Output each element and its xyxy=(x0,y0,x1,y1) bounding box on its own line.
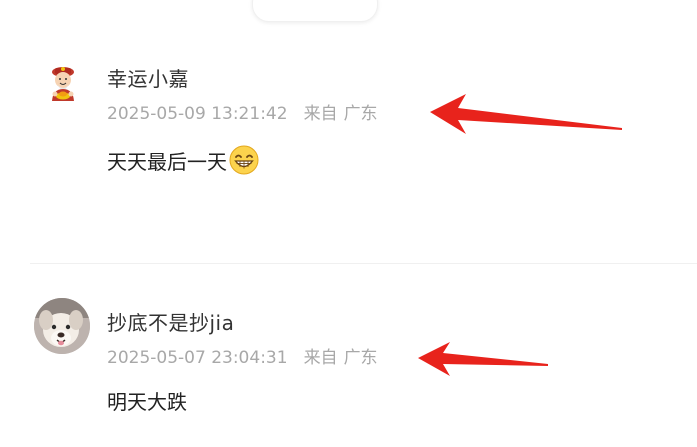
user-avatar[interactable] xyxy=(34,298,90,354)
user-avatar[interactable] xyxy=(42,63,84,105)
comment-item: 抄底不是抄jia 2025-05-07 23:04:31 来自 广东 明天大跌 xyxy=(0,265,697,447)
comment-timestamp: 2025-05-09 13:21:42 xyxy=(107,104,288,124)
dog-photo-avatar-icon xyxy=(34,298,90,354)
comment-text: 天天最后一天 xyxy=(107,145,259,175)
location: 广东 xyxy=(343,104,378,124)
fortune-god-avatar-icon xyxy=(52,67,74,101)
red-arrow-icon xyxy=(430,94,622,134)
grinning-face-icon xyxy=(229,145,259,175)
location-prefix: 来自 xyxy=(303,348,338,368)
comment-feed: 幸运小嘉 2025-05-09 13:21:42 来自 广东 天天最后一天 抄底… xyxy=(0,0,697,447)
comment-body: 明天大跌 xyxy=(107,390,187,414)
location: 广东 xyxy=(343,348,378,368)
location-prefix: 来自 xyxy=(303,104,338,124)
comment-divider xyxy=(30,263,697,264)
username[interactable]: 幸运小嘉 xyxy=(107,63,189,92)
comment-timestamp: 2025-05-07 23:04:31 xyxy=(107,348,288,368)
comment-meta: 2025-05-07 23:04:31 来自 广东 xyxy=(107,343,378,368)
red-arrow-icon xyxy=(418,342,548,376)
comment-text: 明天大跌 xyxy=(107,386,187,415)
username[interactable]: 抄底不是抄jia xyxy=(107,307,234,336)
comment-meta: 2025-05-09 13:21:42 来自 广东 xyxy=(107,99,378,124)
comment-body: 天天最后一天 xyxy=(107,149,227,174)
